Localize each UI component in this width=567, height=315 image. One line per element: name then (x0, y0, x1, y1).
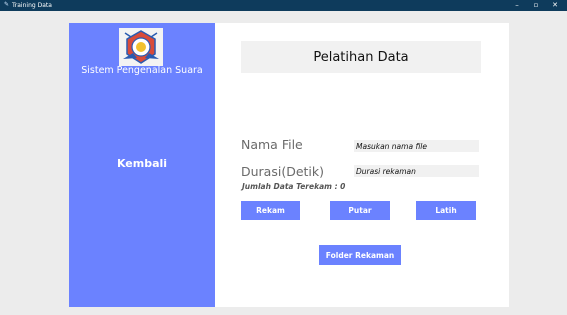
title-bar: ✎ Training Data – ▫ ✕ (0, 0, 567, 11)
app-name: Sistem Pengenalan Suara (81, 65, 203, 76)
duration-label: Durasi(Detik) (241, 164, 325, 179)
recording-folder-button[interactable]: Folder Rekaman (319, 245, 401, 265)
main-panel: Pelatihan Data Nama File Durasi(Detik) J… (215, 23, 509, 307)
window-title: Training Data (12, 2, 52, 9)
play-button[interactable]: Putar (330, 201, 390, 220)
train-button[interactable]: Latih (416, 201, 476, 220)
record-button[interactable]: Rekam (241, 201, 300, 220)
duration-input[interactable] (354, 165, 479, 177)
maximize-button[interactable]: ▫ (527, 0, 545, 11)
page-title: Pelatihan Data (241, 41, 481, 73)
file-name-label: Nama File (241, 137, 303, 152)
file-name-input[interactable] (354, 140, 479, 152)
sidebar: Sistem Pengenalan Suara Kembali (69, 23, 215, 307)
crest-logo-icon (119, 28, 163, 66)
record-count-text: Jumlah Data Terekam : 0 (242, 182, 346, 191)
back-button[interactable]: Kembali (69, 157, 215, 170)
minimize-button[interactable]: – (508, 0, 526, 11)
close-button[interactable]: ✕ (546, 0, 564, 11)
app-icon: ✎ (4, 1, 10, 8)
